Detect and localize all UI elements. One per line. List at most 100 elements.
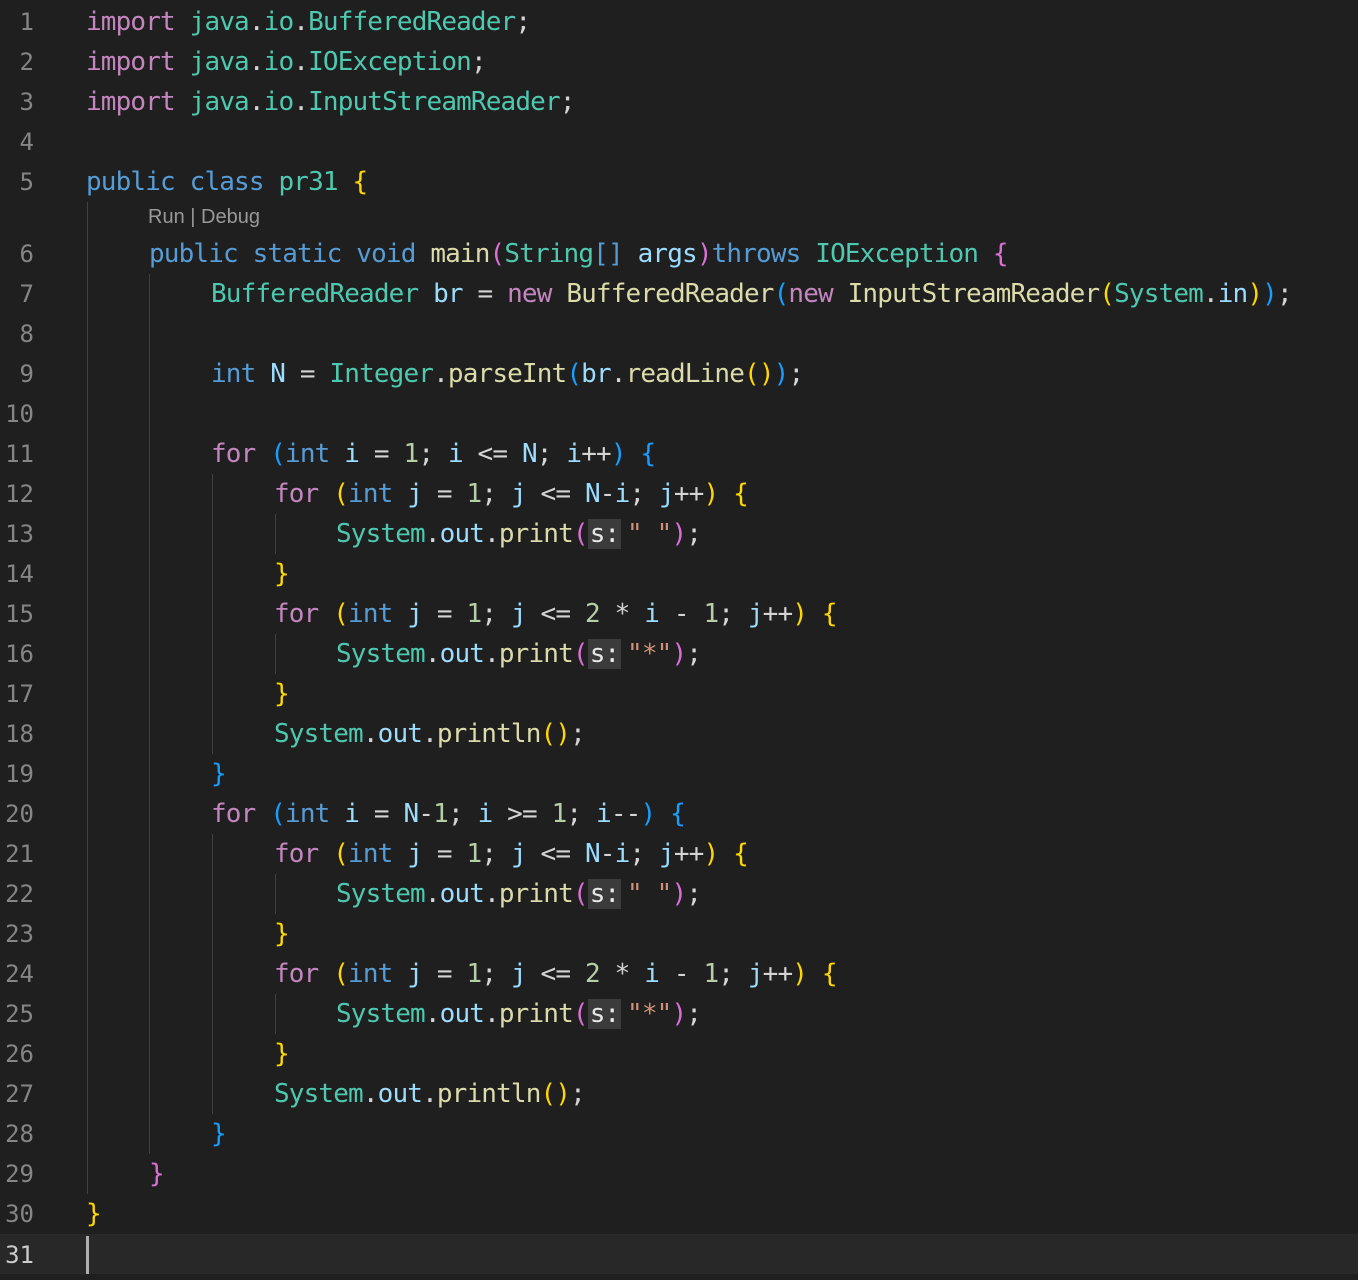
code-token: j [510, 839, 527, 869]
code-token: j [659, 479, 675, 509]
code-token: int [211, 359, 256, 389]
code-line[interactable]: 8 [0, 314, 1358, 354]
code-line[interactable]: 9 int N = Integer.parseInt(br.readLine())… [0, 354, 1358, 394]
code-token: print [498, 519, 574, 549]
code-line[interactable]: 18 System.out.println(); [0, 714, 1358, 754]
code-line[interactable]: 26} [0, 1034, 1358, 1074]
code-token: () [540, 719, 571, 749]
code-line[interactable]: 7 BufferedReader br = new BufferedReader(… [0, 274, 1358, 314]
line-number: 25 [5, 1000, 34, 1028]
code-line[interactable]: 31 [0, 1234, 1358, 1274]
code-text: for (int j = 1; j <= 2 * i - 1; j++) { [274, 954, 838, 994]
code-text: System.out.print(s: "*"); [336, 994, 702, 1034]
code-text: } [86, 1194, 102, 1234]
code-line[interactable]: 12 for (int j = 1; j <= N-i; j++) { [0, 474, 1358, 514]
code-token: public [86, 167, 176, 197]
code-token: static [252, 239, 343, 269]
code-line[interactable]: 14} [0, 554, 1358, 594]
code-line[interactable]: 20 for (int i = N-1; i >= 1; i--) { [0, 794, 1358, 834]
line-number: 11 [5, 440, 34, 468]
code-line[interactable]: 28} [0, 1114, 1358, 1154]
code-token: br [433, 279, 463, 309]
parameter-hint: s: [587, 639, 622, 669]
code-token: ++ [762, 599, 793, 629]
code-token: . [293, 87, 309, 117]
code-token: - [659, 599, 704, 629]
code-token: print [498, 639, 574, 669]
codelens-run-link[interactable]: Run [148, 206, 185, 228]
code-token: print [498, 999, 574, 1029]
code-token: print [498, 879, 574, 909]
line-number: 15 [5, 600, 34, 628]
line-number: 12 [5, 480, 34, 508]
code-text: for (int j = 1; j <= N-i; j++) { [274, 474, 749, 514]
code-token: System [336, 639, 426, 669]
code-line[interactable]: 6 public static void main(String[] args)t… [0, 234, 1358, 274]
code-text: System.out.println(); [274, 1074, 586, 1114]
code-token: System [274, 719, 364, 749]
code-editor[interactable]: 1 import java.io.BufferedReader; 2 import j… [0, 0, 1358, 1280]
code-line[interactable]: 19} [0, 754, 1358, 794]
code-token: out [377, 719, 423, 749]
code-token: N [521, 439, 538, 469]
code-token: j [407, 839, 423, 869]
code-line[interactable]: 15 for (int j = 1; j <= 2 * i - 1; j++) { [0, 594, 1358, 634]
code-token: java [189, 7, 250, 37]
code-line[interactable]: 10 [0, 394, 1358, 434]
line-number: 17 [5, 680, 34, 708]
code-line[interactable]: 11 for (int i = 1; i <= N; i++) { [0, 434, 1358, 474]
parameter-hint: s: [587, 999, 622, 1029]
code-token: i [566, 439, 582, 469]
code-line[interactable]: 27 System.out.println(); [0, 1074, 1358, 1114]
code-token: . [248, 87, 265, 117]
line-number: 7 [19, 280, 34, 308]
code-line[interactable]: 23} [0, 914, 1358, 954]
code-token: i [447, 439, 464, 469]
code-token: ; [418, 439, 448, 469]
code-line[interactable]: 29} [0, 1154, 1358, 1194]
code-line[interactable]: 2 import java.io.IOException; [0, 42, 1358, 82]
code-line[interactable]: 16 System.out.print(s: "*"); [0, 634, 1358, 674]
code-token: BufferedReader [566, 279, 774, 309]
code-token: " " [627, 879, 672, 909]
code-token: j [747, 959, 764, 989]
code-token: Integer [329, 359, 434, 389]
code-line[interactable]: 5 public class pr31 { [0, 162, 1358, 202]
code-line[interactable]: 1 import java.io.BufferedReader; [0, 2, 1358, 42]
code-token: for [274, 599, 319, 629]
code-line[interactable]: 21 for (int j = 1; j <= N-i; j++) { [0, 834, 1358, 874]
code-line[interactable]: 30} [0, 1194, 1358, 1234]
code-token: java [189, 87, 250, 117]
code-token: ; [481, 479, 511, 509]
line-number: 24 [5, 960, 34, 988]
code-line[interactable]: 22 System.out.print(s: " "); [0, 874, 1358, 914]
code-line[interactable]: 3 import java.io.InputStreamReader; [0, 82, 1358, 122]
code-token: . [424, 999, 441, 1029]
code-token: <= [462, 439, 522, 469]
codelens-debug-link[interactable]: Debug [201, 206, 260, 228]
code-token: 1 [433, 799, 449, 829]
code-token: ; [566, 799, 597, 829]
code-token: ) [610, 439, 627, 469]
code-token: . [433, 359, 449, 389]
code-token: ( [566, 359, 582, 389]
code-token: } [86, 1199, 102, 1229]
code-line[interactable]: 25 System.out.print(s: "*"); [0, 994, 1358, 1034]
code-token: N [584, 839, 601, 869]
code-line[interactable]: 17} [0, 674, 1358, 714]
code-token: -- [610, 799, 641, 829]
code-token: N [270, 359, 286, 389]
code-line[interactable]: 4 [0, 122, 1358, 162]
code-token: = [359, 799, 404, 829]
code-line[interactable]: 24 for (int j = 1; j <= 2 * i - 1; j++) { [0, 954, 1358, 994]
line-number: 9 [19, 360, 34, 388]
code-line[interactable]: 13 System.out.print(s: " "); [0, 514, 1358, 554]
line-number: 29 [5, 1160, 34, 1188]
